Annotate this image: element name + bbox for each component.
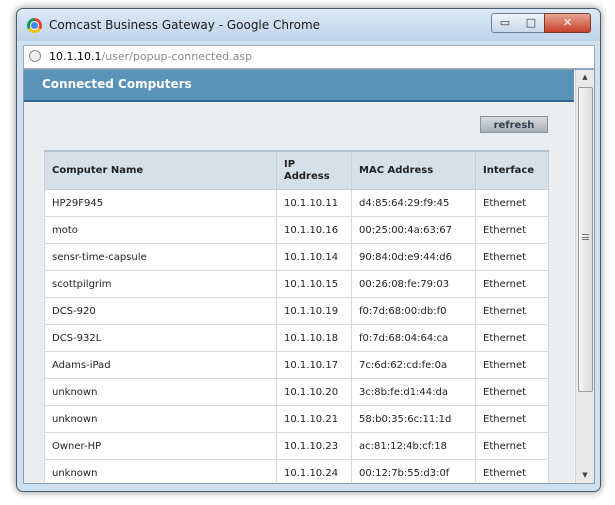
mac-address-cell: f0:7d:68:04:64:ca	[351, 324, 476, 352]
interface-cell: Ethernet	[475, 324, 549, 352]
interface-cell: Ethernet	[475, 405, 549, 433]
table-row: scottpilgrim 10.1.10.15 00:26:08:fe:79:03 E…	[44, 270, 549, 298]
url-host: 10.1.10.1	[49, 50, 102, 63]
interface-cell: Ethernet	[475, 432, 549, 460]
table-row: moto 10.1.10.16 00:25:00:4a:63:67 Ethernet	[44, 216, 549, 244]
ip-address-cell: 10.1.10.21	[276, 405, 352, 433]
mac-address-cell: f0:7d:68:00:db:f0	[351, 297, 476, 325]
vertical-scrollbar[interactable]: ▲ ▼	[575, 70, 594, 483]
page-info-icon[interactable]	[29, 50, 41, 62]
computer-name-cell: DCS-920	[44, 297, 277, 325]
computer-name-cell: moto	[44, 216, 277, 244]
ip-address-cell: 10.1.10.11	[276, 189, 352, 217]
ip-address-cell: 10.1.10.20	[276, 378, 352, 406]
mac-address-cell: 58:b0:35:6c:11:1d	[351, 405, 476, 433]
page-header: Connected Computers	[24, 70, 574, 102]
mac-address-cell: 90:84:0d:e9:44:d6	[351, 243, 476, 271]
mac-address-cell: 00:12:7b:55:d3:0f	[351, 459, 476, 483]
ip-address-cell: 10.1.10.19	[276, 297, 352, 325]
browser-window: Comcast Business Gateway - Google Chrome…	[16, 8, 601, 492]
window-title: Comcast Business Gateway - Google Chrome	[49, 18, 321, 32]
content-panel: refresh Computer Name IP Address MAC Add…	[24, 102, 574, 483]
column-header-mac-address: MAC Address	[351, 150, 476, 190]
computer-name-cell: sensr-time-capsule	[44, 243, 277, 271]
table-row: Owner-HP 10.1.10.23 ac:81:12:4b:cf:18 Ether…	[44, 432, 549, 460]
computer-name-cell: DCS-932L	[44, 324, 277, 352]
column-header-ip-address: IP Address	[276, 150, 352, 190]
ip-address-cell: 10.1.10.16	[276, 216, 352, 244]
computer-name-cell: unknown	[44, 405, 277, 433]
interface-cell: Ethernet	[475, 270, 549, 298]
column-header-interface: Interface	[475, 150, 549, 190]
computer-name-cell: scottpilgrim	[44, 270, 277, 298]
ip-address-cell: 10.1.10.15	[276, 270, 352, 298]
table-row: DCS-932L 10.1.10.18 f0:7d:68:04:64:ca Ether…	[44, 324, 549, 352]
table-row: Adams-iPad 10.1.10.17 7c:6d:62:cd:fe:0a Eth…	[44, 351, 549, 379]
mac-address-cell: ac:81:12:4b:cf:18	[351, 432, 476, 460]
maximize-button[interactable]: □	[518, 13, 545, 33]
interface-cell: Ethernet	[475, 297, 549, 325]
page-title: Connected Computers	[42, 77, 192, 91]
interface-cell: Ethernet	[475, 378, 549, 406]
connected-computers-table: Computer Name IP Address MAC Address Int…	[44, 150, 549, 483]
ip-address-cell: 10.1.10.17	[276, 351, 352, 379]
url-text[interactable]: 10.1.10.1/user/popup-connected.asp	[49, 50, 252, 63]
column-header-computer-name: Computer Name	[44, 150, 277, 190]
computer-name-cell: Adams-iPad	[44, 351, 277, 379]
ip-address-cell: 10.1.10.23	[276, 432, 352, 460]
interface-cell: Ethernet	[475, 351, 549, 379]
ip-address-cell: 10.1.10.24	[276, 459, 352, 483]
computer-name-cell: unknown	[44, 378, 277, 406]
mac-address-cell: 00:25:00:4a:63:67	[351, 216, 476, 244]
interface-cell: Ethernet	[475, 216, 549, 244]
table-row: unknown 10.1.10.24 00:12:7b:55:d3:0f Ethern…	[44, 459, 549, 483]
scrollbar-thumb[interactable]	[578, 87, 593, 392]
table-row: unknown 10.1.10.20 3c:8b:fe:d1:44:da Ethern…	[44, 378, 549, 406]
minimize-button[interactable]: ▭	[491, 13, 519, 33]
url-path: /user/popup-connected.asp	[101, 50, 253, 63]
computer-name-cell: HP29F945	[44, 189, 277, 217]
interface-cell: Ethernet	[475, 189, 549, 217]
mac-address-cell: 7c:6d:62:cd:fe:0a	[351, 351, 476, 379]
refresh-button[interactable]: refresh	[480, 116, 548, 133]
chrome-logo-icon	[27, 18, 42, 33]
title-bar[interactable]: Comcast Business Gateway - Google Chrome…	[17, 9, 600, 41]
interface-cell: Ethernet	[475, 459, 549, 483]
page-content: Connected Computers refresh Computer Nam…	[23, 69, 595, 484]
scroll-down-arrow-icon[interactable]: ▼	[576, 468, 594, 483]
table-header-row: Computer Name IP Address MAC Address Int…	[44, 150, 549, 190]
mac-address-cell: 3c:8b:fe:d1:44:da	[351, 378, 476, 406]
table-row: HP29F945 10.1.10.11 d4:85:64:29:f9:45 Ether…	[44, 189, 549, 217]
computer-name-cell: unknown	[44, 459, 277, 483]
ip-address-cell: 10.1.10.14	[276, 243, 352, 271]
address-bar[interactable]: 10.1.10.1/user/popup-connected.asp	[23, 45, 595, 69]
grip-icon	[582, 234, 589, 240]
table-row: unknown 10.1.10.21 58:b0:35:6c:11:1d Ethern…	[44, 405, 549, 433]
table-row: sensr-time-capsule 10.1.10.14 90:84:0d:e9:…	[44, 243, 549, 271]
table-row: DCS-920 10.1.10.19 f0:7d:68:00:db:f0 Ethern…	[44, 297, 549, 325]
interface-cell: Ethernet	[475, 243, 549, 271]
mac-address-cell: 00:26:08:fe:79:03	[351, 270, 476, 298]
mac-address-cell: d4:85:64:29:f9:45	[351, 189, 476, 217]
ip-address-cell: 10.1.10.18	[276, 324, 352, 352]
close-button[interactable]: ✕	[544, 13, 591, 33]
scroll-up-arrow-icon[interactable]: ▲	[576, 70, 594, 85]
computer-name-cell: Owner-HP	[44, 432, 277, 460]
